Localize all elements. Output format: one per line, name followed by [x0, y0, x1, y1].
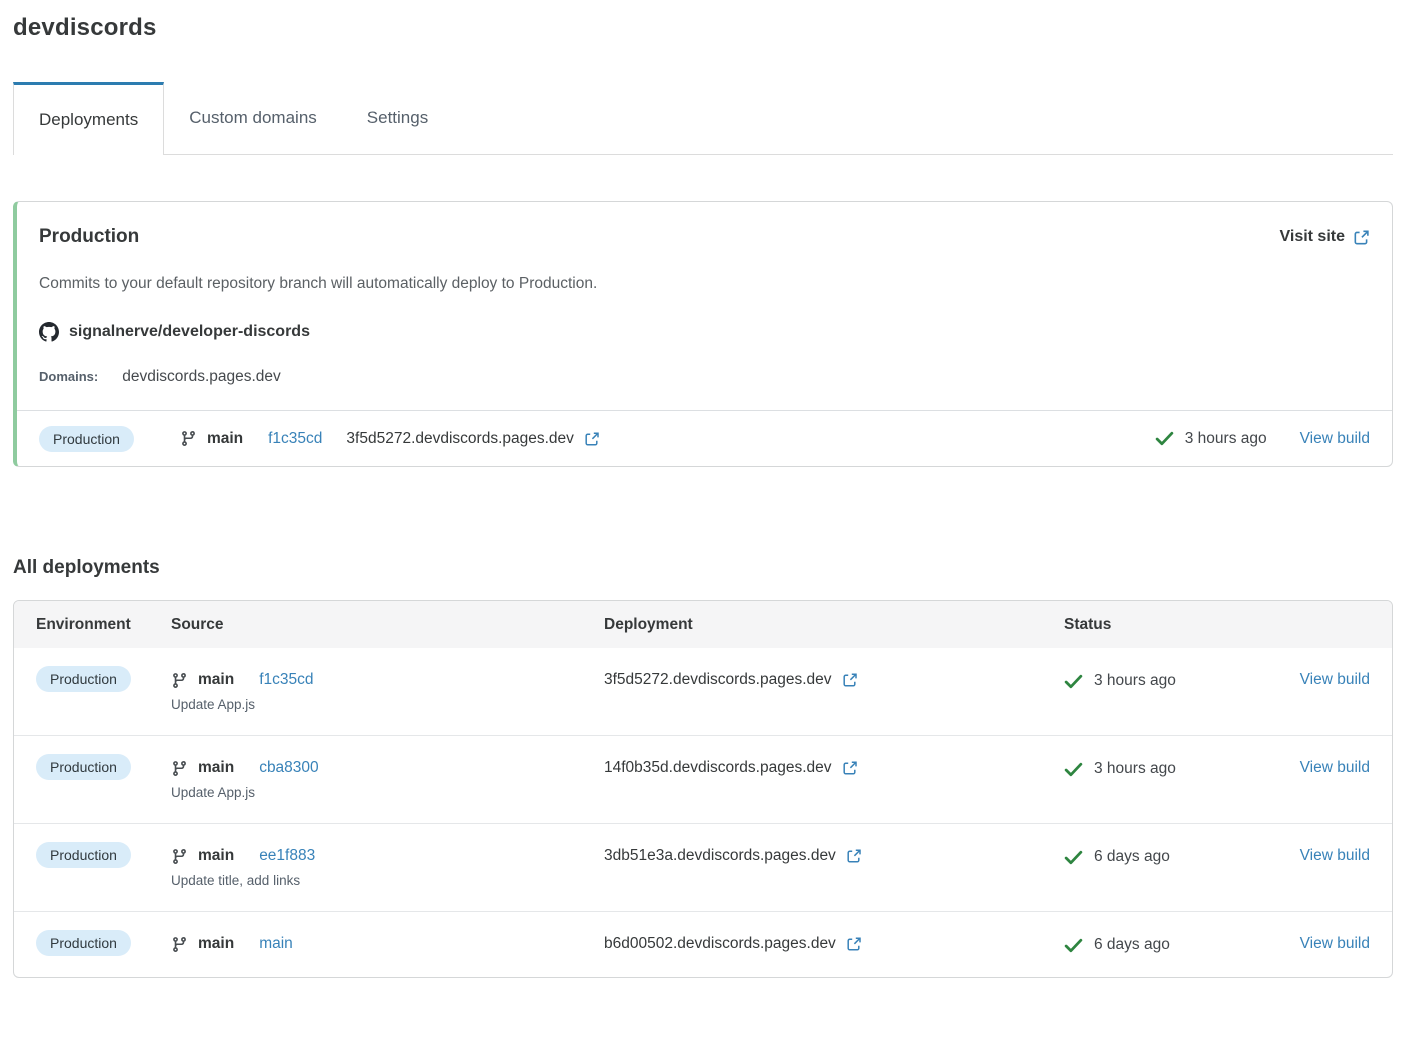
success-check-icon [1155, 431, 1174, 446]
production-card-title: Production [39, 226, 139, 248]
repository-row: signalnerve/developer-discords [39, 322, 1370, 342]
branch-name: main [207, 430, 243, 448]
status-time: 3 hours ago [1094, 672, 1176, 690]
commit-link[interactable]: f1c35cd [259, 671, 313, 689]
status-time: 6 days ago [1094, 848, 1170, 866]
deployment-url: 3f5d5272.devdiscords.pages.dev [604, 671, 832, 689]
deployment-url-link[interactable]: 14f0b35d.devdiscords.pages.dev [604, 759, 858, 777]
tab-settings-label: Settings [367, 108, 428, 128]
view-build-link[interactable]: View build [1300, 847, 1370, 864]
column-header-deployment: Deployment [604, 616, 1064, 634]
domains-value: devdiscords.pages.dev [122, 368, 281, 386]
environment-badge: Production [36, 930, 131, 956]
external-link-icon [584, 431, 600, 447]
page-title: devdiscords [13, 14, 1393, 42]
table-row: Production main ee1f883 Update title, ad… [14, 823, 1392, 911]
tab-deployments[interactable]: Deployments [13, 82, 164, 155]
commit-message: Update App.js [171, 785, 604, 800]
tab-bar: Deployments Custom domains Settings [13, 82, 1393, 155]
deployment-url-link[interactable]: 3f5d5272.devdiscords.pages.dev [604, 671, 858, 689]
view-build-link[interactable]: View build [1300, 935, 1370, 952]
domains-label: Domains: [39, 369, 98, 384]
all-deployments-title: All deployments [13, 557, 1393, 579]
status-time: 3 hours ago [1185, 430, 1267, 448]
environment-badge: Production [36, 666, 131, 692]
environment-badge: Production [39, 426, 134, 452]
table-row: Production main main b6d00502.devdiscord… [14, 911, 1392, 977]
tab-deployments-label: Deployments [39, 110, 138, 130]
table-row: Production main f1c35cd Update App.js 3f… [14, 648, 1392, 735]
branch-name: main [198, 935, 234, 953]
branch-name: main [198, 671, 234, 689]
external-link-icon [842, 760, 858, 776]
git-branch-icon [180, 430, 197, 447]
github-icon [39, 322, 59, 342]
domains-row: Domains: devdiscords.pages.dev [39, 368, 1370, 386]
git-branch-icon [171, 672, 188, 689]
branch-name: main [198, 759, 234, 777]
deployment-url: 3f5d5272.devdiscords.pages.dev [346, 430, 574, 448]
git-branch-icon [171, 760, 188, 777]
success-check-icon [1064, 850, 1083, 865]
success-check-icon [1064, 674, 1083, 689]
environment-badge: Production [36, 754, 131, 780]
success-check-icon [1064, 762, 1083, 777]
visit-site-label: Visit site [1279, 228, 1345, 246]
commit-link[interactable]: main [259, 935, 293, 953]
visit-site-link[interactable]: Visit site [1279, 228, 1370, 246]
deployment-url: 14f0b35d.devdiscords.pages.dev [604, 759, 832, 777]
deployment-url: 3db51e3a.devdiscords.pages.dev [604, 847, 836, 865]
environment-badge: Production [36, 842, 131, 868]
pages-project-page: devdiscords Deployments Custom domains S… [0, 0, 1413, 978]
deployment-url: b6d00502.devdiscords.pages.dev [604, 935, 836, 953]
production-card: Production Visit site Commits to your de… [13, 201, 1393, 467]
view-build-link[interactable]: View build [1300, 759, 1370, 776]
status-time: 6 days ago [1094, 936, 1170, 954]
repository-name: signalnerve/developer-discords [69, 323, 310, 341]
git-branch-icon [171, 936, 188, 953]
branch-name: main [198, 847, 234, 865]
deployment-url-link[interactable]: 3db51e3a.devdiscords.pages.dev [604, 847, 862, 865]
production-description: Commits to your default repository branc… [39, 275, 1370, 293]
commit-message: Update title, add links [171, 873, 604, 888]
commit-link[interactable]: ee1f883 [259, 847, 315, 865]
status-time: 3 hours ago [1094, 760, 1176, 778]
commit-message: Update App.js [171, 697, 604, 712]
success-check-icon [1064, 938, 1083, 953]
tab-custom-domains[interactable]: Custom domains [164, 82, 342, 154]
table-header-row: Environment Source Deployment Status [14, 601, 1392, 648]
table-row: Production main cba8300 Update App.js 14… [14, 735, 1392, 823]
column-header-environment: Environment [36, 616, 171, 634]
view-build-link[interactable]: View build [1300, 430, 1370, 448]
tab-custom-domains-label: Custom domains [189, 108, 317, 128]
deployment-url-link[interactable]: 3f5d5272.devdiscords.pages.dev [346, 430, 600, 448]
production-deployment-row: Production main f1c35cd 3f5d5272.devdisc… [17, 410, 1392, 466]
column-header-source: Source [171, 616, 604, 634]
external-link-icon [1353, 229, 1370, 246]
commit-link[interactable]: cba8300 [259, 759, 318, 777]
external-link-icon [842, 672, 858, 688]
git-branch-icon [171, 848, 188, 865]
deployment-url-link[interactable]: b6d00502.devdiscords.pages.dev [604, 935, 862, 953]
deployments-table: Environment Source Deployment Status Pro… [13, 600, 1393, 978]
external-link-icon [846, 936, 862, 952]
column-header-status: Status [1064, 616, 1284, 634]
external-link-icon [846, 848, 862, 864]
commit-link[interactable]: f1c35cd [268, 430, 322, 448]
tab-settings[interactable]: Settings [342, 82, 453, 154]
view-build-link[interactable]: View build [1300, 671, 1370, 688]
